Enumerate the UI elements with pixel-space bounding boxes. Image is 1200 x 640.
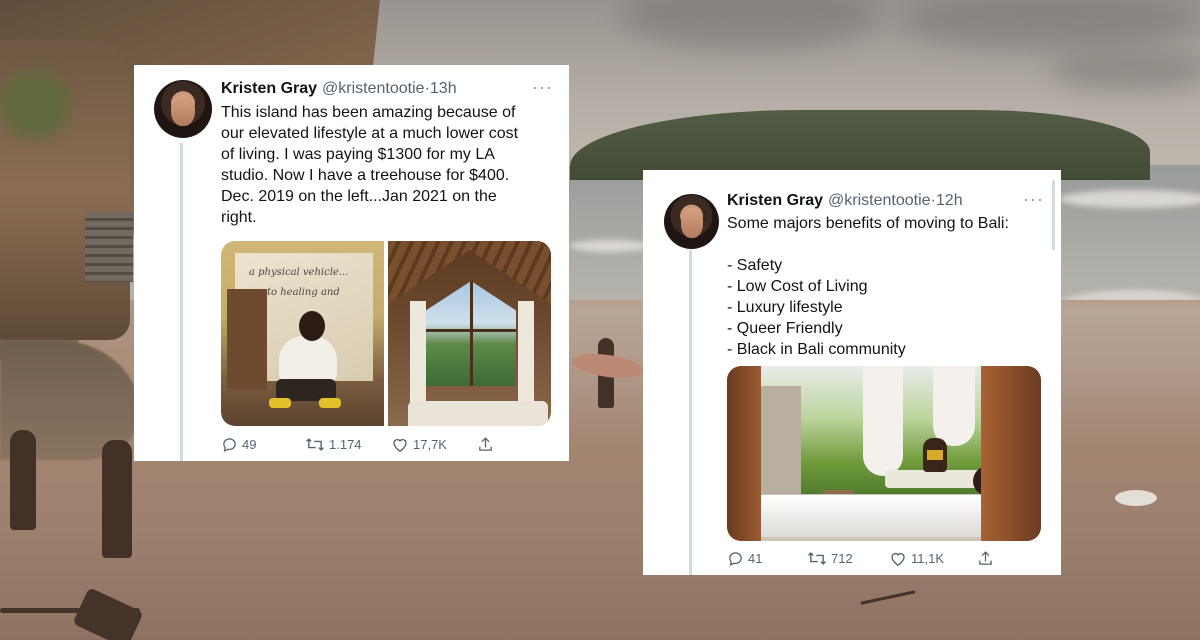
scrollbar[interactable] (1052, 180, 1055, 250)
share-icon (979, 551, 992, 565)
benefit-list-item: - Queer Friendly (727, 320, 843, 337)
reply-count: 41 (748, 551, 763, 566)
window-frame (426, 329, 516, 332)
more-icon[interactable]: ··· (1023, 190, 1044, 208)
benefit-list-item: - Low Cost of Living (727, 278, 868, 295)
avatar[interactable] (154, 80, 212, 138)
person-head (299, 311, 325, 341)
tweet-header: Kristen Gray @kristentootie · 12h (727, 192, 963, 210)
curtain (863, 366, 903, 476)
tweet-actions: 41 712 11,1K (727, 550, 994, 567)
person-top (927, 450, 943, 460)
tweet-text: Some majors benefits of moving to Bali: … (727, 213, 1009, 360)
mirror-writing-line: a physical vehicle... (249, 267, 349, 278)
retweet-icon (306, 438, 324, 451)
reply-icon (729, 552, 742, 567)
door (227, 289, 267, 389)
heart-icon (891, 552, 905, 567)
tweet-text: This island has been amazing because of … (221, 102, 518, 228)
display-name[interactable]: Kristen Gray (221, 80, 317, 98)
shoe (269, 398, 291, 408)
tweet-text-line: Dec. 2019 on the left...Jan 2021 on the (221, 188, 497, 205)
tweet-media[interactable]: a physical vehicle... to healing and (221, 241, 551, 426)
benefit-list-item: - Safety (727, 257, 783, 274)
retweet-count: 1.174 (329, 437, 362, 452)
tweet-card[interactable]: Kristen Gray @kristentootie · 13h ··· Th… (134, 65, 569, 461)
benefit-list-item: - Luxury lifestyle (727, 299, 843, 316)
tweet-text-line: of living. I was paying $1300 for my LA (221, 146, 495, 163)
tweet-card[interactable]: Kristen Gray @kristentootie · 12h ··· So… (643, 170, 1061, 575)
curtain (933, 366, 975, 446)
tweet-text-line: our elevated lifestyle at a much lower c… (221, 125, 519, 142)
tweet-actions: 49 1.174 17,7K (221, 436, 494, 453)
thread-line (180, 143, 183, 461)
avatar-face (680, 207, 703, 238)
daybed (885, 470, 981, 488)
thread-line (689, 250, 692, 575)
share-button[interactable] (977, 550, 994, 567)
tweet-text-line: Some majors benefits of moving to Bali: (727, 215, 1009, 232)
retweet-button[interactable]: 712 (807, 550, 889, 567)
window-frame (470, 281, 473, 386)
reply-count: 49 (242, 437, 257, 452)
heart-icon (393, 438, 407, 453)
like-count: 17,7K (413, 437, 447, 452)
tweet-text-blank (727, 234, 1009, 255)
retweet-count: 712 (831, 551, 853, 566)
person-body (279, 336, 337, 382)
mirror-writing-line: to healing and (267, 287, 340, 298)
avatar-face (171, 94, 195, 127)
like-count: 11,1K (911, 551, 945, 566)
timestamp[interactable]: 12h (936, 192, 963, 210)
tweet-text-line: studio. Now I have a treehouse for $400. (221, 167, 510, 184)
mirror-selfie-photo[interactable]: a physical vehicle... to healing and (221, 241, 384, 426)
door-frame (981, 366, 1041, 541)
door-frame (727, 366, 761, 541)
outdoor-bath-photo[interactable] (727, 366, 1041, 541)
user-handle[interactable]: @kristentootie (322, 80, 425, 98)
tweet-media[interactable] (727, 366, 1041, 541)
like-button[interactable]: 11,1K (889, 550, 977, 567)
reply-button[interactable]: 49 (221, 436, 305, 453)
bed (408, 401, 548, 426)
share-button[interactable] (477, 436, 494, 453)
more-icon[interactable]: ··· (532, 78, 553, 96)
tweet-text-line: right. (221, 209, 257, 226)
mirror-writing: a physical vehicle... to healing and (249, 263, 348, 303)
treehouse-photo[interactable] (388, 241, 551, 426)
share-icon (479, 437, 492, 451)
reply-button[interactable]: 41 (727, 550, 807, 567)
user-handle[interactable]: @kristentootie (828, 192, 931, 210)
benefit-list-item: - Black in Bali community (727, 341, 906, 358)
avatar[interactable] (664, 194, 719, 249)
like-button[interactable]: 17,7K (391, 436, 477, 453)
retweet-icon (808, 552, 826, 565)
reply-icon (223, 438, 236, 453)
wall (761, 386, 801, 496)
timestamp[interactable]: 13h (430, 80, 457, 98)
retweet-button[interactable]: 1.174 (305, 436, 391, 453)
display-name[interactable]: Kristen Gray (727, 192, 823, 210)
shoe (319, 398, 341, 408)
tweet-header: Kristen Gray @kristentootie · 13h (221, 80, 457, 98)
tweet-text-line: This island has been amazing because of (221, 104, 516, 121)
